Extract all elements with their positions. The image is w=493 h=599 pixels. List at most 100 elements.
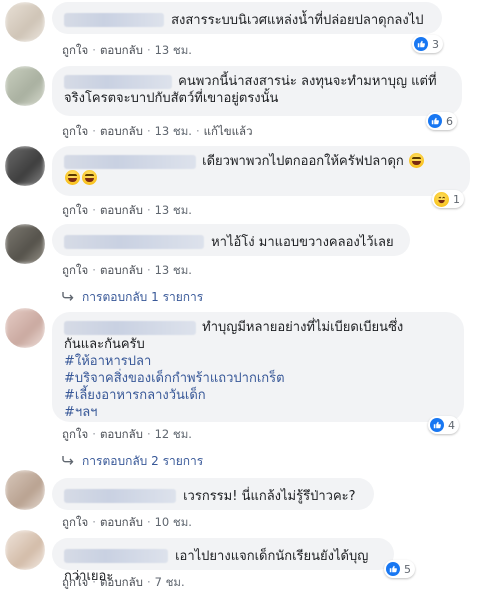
reply-link[interactable]: ตอบกลับ bbox=[100, 515, 143, 529]
comment-text-line-2: จริงโครตจะบาปกับสัตว์ที่เขาอยู่ตรงนั้น bbox=[64, 91, 279, 106]
comment-bubble: สงสารระบบนิเวศแหล่งน้ำที่ปล่อยปลาดุกลงไป bbox=[52, 2, 442, 34]
hashtag-link[interactable]: #บริจาคสิ่งของเด็กกำพร้าแถวปากเกร็ต bbox=[64, 370, 452, 387]
timestamp[interactable]: 7 ชม. bbox=[155, 575, 185, 589]
like-link[interactable]: ถูกใจ bbox=[62, 263, 88, 277]
comment-4: หาไอ้โง่ มาแอบขวางคลองไว้เลย ถูกใจ · ตอบกล… bbox=[0, 222, 493, 306]
comment-actions: ถูกใจ · ตอบกลับ · 7 ชม. bbox=[62, 574, 185, 592]
commenter-name-blurred[interactable] bbox=[64, 154, 196, 169]
avatar[interactable] bbox=[5, 2, 45, 42]
comment-3: เดียวพาพวกไปตกออกให้ครัฟปลาดุก 1 ถูกใจ · ต… bbox=[0, 142, 493, 222]
comment-bubble: ทำบุญมีหลายอย่างที่ไม่เบียดเบียนซึ่ง กัน… bbox=[52, 312, 464, 422]
like-link[interactable]: ถูกใจ bbox=[62, 43, 88, 57]
commenter-name-blurred[interactable] bbox=[64, 488, 176, 503]
reaction-count-badge[interactable]: 1 bbox=[432, 190, 464, 208]
reaction-count-badge[interactable]: 6 bbox=[426, 112, 457, 130]
comment-text: หาไอ้โง่ มาแอบขวางคลองไว้เลย bbox=[211, 235, 394, 250]
laughing-emoji-icon bbox=[82, 170, 97, 185]
reaction-count: 5 bbox=[404, 562, 411, 576]
comment-5: ทำบุญมีหลายอย่างที่ไม่เบียดเบียนซึ่ง กัน… bbox=[0, 306, 493, 468]
commenter-name-blurred[interactable] bbox=[64, 320, 196, 335]
avatar[interactable] bbox=[5, 146, 45, 186]
separator: · bbox=[92, 575, 96, 589]
like-icon bbox=[430, 418, 444, 432]
comment-bubble: คนพวกนี้น่าสงสารน่ะ ลงทุนจะทำมหาบุญ แต่ท… bbox=[52, 66, 462, 116]
separator: · bbox=[92, 124, 96, 138]
comment-text: สงสารระบบนิเวศแหล่งน้ำที่ปล่อยปลาดุกลงไป bbox=[171, 13, 424, 28]
reply-link[interactable]: ตอบกลับ bbox=[100, 575, 143, 589]
comment-actions: ถูกใจ · ตอบกลับ · 13 ชม. bbox=[62, 42, 192, 60]
avatar[interactable] bbox=[5, 530, 45, 570]
separator: · bbox=[146, 203, 151, 217]
laughing-emoji-icon bbox=[408, 153, 424, 168]
separator: · bbox=[146, 43, 151, 57]
comment-text-line-2: กันและกันครับ bbox=[64, 337, 145, 352]
like-link[interactable]: ถูกใจ bbox=[62, 427, 88, 441]
comment-7: เอาไปยางแจกเด็กนักเรียนยังได้บุญกว่าเยอะ… bbox=[0, 530, 493, 599]
hashtag-link[interactable]: #ให้อาหารปลา bbox=[64, 353, 452, 370]
reaction-count: 6 bbox=[446, 114, 453, 128]
replies-label[interactable]: การตอบกลับ 1 รายการ bbox=[82, 288, 203, 307]
avatar[interactable] bbox=[5, 308, 45, 348]
reaction-count-badge[interactable]: 3 bbox=[412, 35, 443, 53]
separator: · bbox=[146, 515, 151, 529]
like-link[interactable]: ถูกใจ bbox=[62, 575, 88, 589]
reply-link[interactable]: ตอบกลับ bbox=[100, 203, 143, 217]
reply-link[interactable]: ตอบกลับ bbox=[100, 263, 143, 277]
comment-2: คนพวกนี้น่าสงสารน่ะ ลงทุนจะทำมหาบุญ แต่ท… bbox=[0, 62, 493, 142]
view-replies-link[interactable]: การตอบกลับ 1 รายการ bbox=[62, 288, 203, 307]
like-link[interactable]: ถูกใจ bbox=[62, 124, 88, 138]
reply-arrow-icon bbox=[62, 455, 74, 468]
like-link[interactable]: ถูกใจ bbox=[62, 515, 88, 529]
comment-actions: ถูกใจ · ตอบกลับ · 12 ชม. bbox=[62, 426, 192, 444]
reply-link[interactable]: ตอบกลับ bbox=[100, 427, 143, 441]
separator: · bbox=[146, 575, 151, 589]
reply-link[interactable]: ตอบกลับ bbox=[100, 43, 143, 57]
commenter-name-blurred[interactable] bbox=[64, 548, 168, 563]
comment-6: เวรกรรม! นี่แกล้งไม่รู้รึป่าวคะ? ถูกใจ · ต… bbox=[0, 468, 493, 530]
avatar[interactable] bbox=[5, 224, 45, 264]
separator: · bbox=[92, 203, 96, 217]
separator: · bbox=[92, 515, 96, 529]
separator: · bbox=[92, 263, 96, 277]
timestamp[interactable]: 13 ชม. bbox=[155, 263, 192, 277]
like-icon bbox=[428, 114, 442, 128]
separator: · bbox=[92, 427, 96, 441]
comment-bubble: เดียวพาพวกไปตกออกให้ครัฟปลาดุก bbox=[52, 146, 470, 196]
reaction-count-badge[interactable]: 5 bbox=[384, 560, 415, 578]
like-link[interactable]: ถูกใจ bbox=[62, 203, 88, 217]
separator: · bbox=[146, 427, 151, 441]
comment-bubble: เวรกรรม! นี่แกล้งไม่รู้รึป่าวคะ? bbox=[52, 478, 374, 510]
commenter-name-blurred[interactable] bbox=[64, 12, 164, 27]
timestamp[interactable]: 13 ชม. bbox=[155, 43, 192, 57]
like-icon bbox=[386, 562, 400, 576]
separator: · bbox=[146, 263, 151, 277]
timestamp[interactable]: 13 ชม. bbox=[155, 203, 192, 217]
edited-label[interactable]: แก้ไขแล้ว bbox=[204, 124, 253, 138]
timestamp[interactable]: 10 ชม. bbox=[155, 515, 192, 529]
hashtag-link[interactable]: #เลี้ยงอาหารกลางวันเด็ก bbox=[64, 387, 452, 404]
laughing-emoji-icon bbox=[65, 170, 80, 185]
reaction-count: 1 bbox=[453, 192, 460, 206]
reaction-count-badge[interactable]: 4 bbox=[428, 416, 459, 434]
commenter-name-blurred[interactable] bbox=[64, 74, 172, 89]
avatar[interactable] bbox=[5, 470, 45, 510]
separator: · bbox=[146, 124, 151, 138]
comment-1: สงสารระบบนิเวศแหล่งน้ำที่ปล่อยปลาดุกลงไป… bbox=[0, 0, 493, 60]
comment-bubble: เอาไปยางแจกเด็กนักเรียนยังได้บุญกว่าเยอะ bbox=[52, 538, 394, 584]
comment-actions: ถูกใจ · ตอบกลับ · 13 ชม. bbox=[62, 262, 192, 280]
comment-text: เดียวพาพวกไปตกออกให้ครัฟปลาดุก bbox=[202, 154, 404, 169]
timestamp[interactable]: 13 ชม. bbox=[155, 124, 192, 138]
comment-text: เวรกรรม! นี่แกล้งไม่รู้รึป่าวคะ? bbox=[183, 489, 356, 504]
reaction-count: 3 bbox=[432, 37, 439, 51]
reply-arrow-icon bbox=[62, 291, 74, 304]
commenter-name-blurred[interactable] bbox=[64, 234, 204, 249]
avatar[interactable] bbox=[5, 66, 45, 106]
like-icon bbox=[414, 37, 428, 51]
comment-text-line-1: ทำบุญมีหลายอย่างที่ไม่เบียดเบียนซึ่ง bbox=[202, 320, 404, 335]
haha-icon bbox=[434, 191, 449, 207]
timestamp[interactable]: 12 ชม. bbox=[155, 427, 192, 441]
separator: · bbox=[92, 43, 96, 57]
comment-actions: ถูกใจ · ตอบกลับ · 13 ชม. · แก้ไขแล้ว bbox=[62, 123, 253, 141]
hashtag-link[interactable]: #ฯลฯ bbox=[64, 404, 452, 421]
reply-link[interactable]: ตอบกลับ bbox=[100, 124, 143, 138]
